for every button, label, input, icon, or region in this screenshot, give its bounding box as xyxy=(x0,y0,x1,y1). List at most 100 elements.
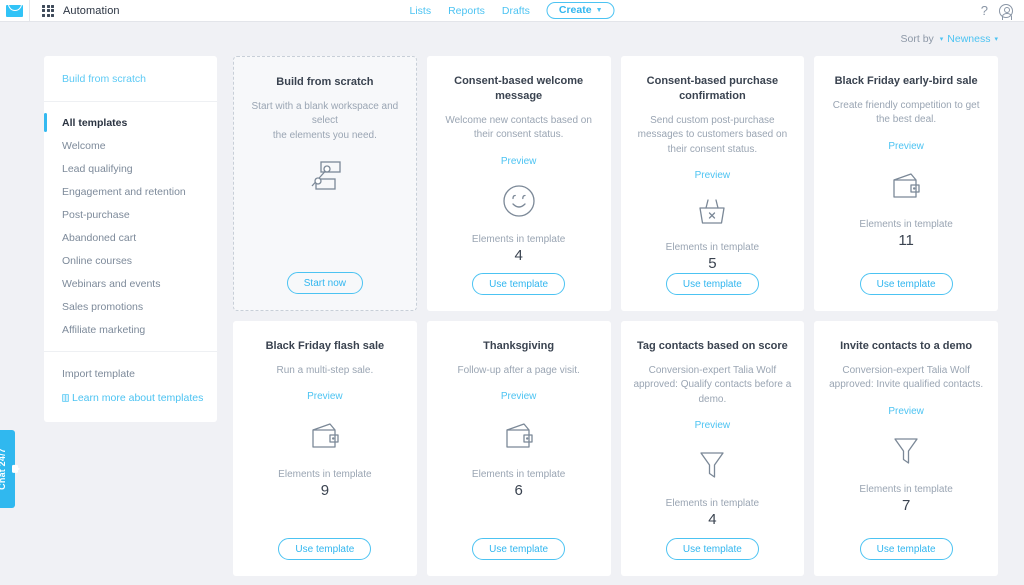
template-card[interactable]: Tag contacts based on score Conversion-e… xyxy=(620,321,805,576)
preview-link[interactable]: Preview xyxy=(307,391,343,402)
use-template-button[interactable]: Use template xyxy=(665,538,759,560)
workflow-nodes-icon xyxy=(311,161,341,190)
preview-link[interactable]: Preview xyxy=(888,406,924,417)
preview-link[interactable]: Preview xyxy=(501,391,537,402)
use-template-button[interactable]: Use template xyxy=(278,538,372,560)
sidebar-item-lead-qualifying[interactable]: Lead qualifying xyxy=(44,157,217,180)
book-icon xyxy=(62,394,69,402)
template-card[interactable]: Invite contacts to a demo Conversion-exp… xyxy=(814,321,998,576)
sidebar-footer: Import template Learn more about templat… xyxy=(44,352,217,420)
elements-label: Elements in template xyxy=(471,469,566,481)
card-title: Build from scratch xyxy=(276,76,374,88)
sidebar-item-webinars-and-events[interactable]: Webinars and events xyxy=(44,272,217,295)
wallet-icon xyxy=(505,423,533,448)
start-now-button[interactable]: Start now xyxy=(286,272,363,294)
page-body: Build from scratch All templates Welcome… xyxy=(0,56,1024,585)
sort-control-row: Sort by ▾ Newness ▾ xyxy=(0,22,1024,56)
envelope-logo-icon xyxy=(6,4,23,17)
sidebar-learn-more-link[interactable]: Learn more about templates xyxy=(44,390,217,406)
preview-link[interactable]: Preview xyxy=(695,420,731,431)
wallet-icon xyxy=(893,173,920,198)
chevron-down-icon: ▼ xyxy=(595,6,603,14)
chat-widget-tab[interactable]: Chat 24/7 xyxy=(0,430,18,508)
top-navigation-bar: Automation Lists Reports Drafts Create ▼… xyxy=(0,0,1024,22)
nav-link-drafts[interactable]: Drafts xyxy=(502,5,530,17)
sort-by-value: Newness xyxy=(947,33,991,45)
templates-sidebar: Build from scratch All templates Welcome… xyxy=(44,56,217,422)
elements-count: 11 xyxy=(898,231,914,249)
preview-link[interactable]: Preview xyxy=(501,156,537,167)
sidebar-item-welcome[interactable]: Welcome xyxy=(44,134,217,157)
card-title: Black Friday early-bird sale xyxy=(834,75,978,87)
primary-nav: Lists Reports Drafts Create ▼ xyxy=(410,2,615,19)
card-icon-area xyxy=(501,180,537,222)
card-icon-area xyxy=(889,165,923,207)
wallet-icon xyxy=(312,423,339,448)
preview-link[interactable]: Preview xyxy=(888,141,924,152)
card-description: Run a multi-step sale. xyxy=(276,364,374,376)
card-description: Follow-up after a page visit. xyxy=(457,364,580,376)
sidebar-item-all-templates[interactable]: All templates xyxy=(44,111,217,134)
use-template-button[interactable]: Use template xyxy=(472,273,566,295)
sidebar-item-engagement-and-retention[interactable]: Engagement and retention xyxy=(44,180,217,203)
sort-by-dropdown[interactable]: ▾ Newness ▾ xyxy=(940,33,998,45)
create-button[interactable]: Create ▼ xyxy=(546,2,615,19)
elements-label: Elements in template xyxy=(471,233,566,245)
question-mark-icon[interactable]: ? xyxy=(981,4,988,17)
elements-count: 9 xyxy=(320,482,330,500)
use-template-button[interactable]: Use template xyxy=(472,538,566,560)
sort-by-label: Sort by xyxy=(900,33,934,45)
card-icon-area xyxy=(308,415,342,457)
card-description: Create friendly competition to get the b… xyxy=(832,99,980,126)
template-card[interactable]: Consent-based purchase confirmation Send… xyxy=(620,56,805,311)
sidebar-item-affiliate-marketing[interactable]: Affiliate marketing xyxy=(44,318,217,341)
build-from-scratch-card[interactable]: Build from scratch Start with a blank wo… xyxy=(233,56,417,311)
sidebar-learn-more-label: Learn more about templates xyxy=(72,392,204,404)
card-icon-area xyxy=(502,415,536,457)
use-template-button[interactable]: Use template xyxy=(859,538,953,560)
sidebar-import-template[interactable]: Import template xyxy=(44,364,217,390)
sidebar-item-abandoned-cart[interactable]: Abandoned cart xyxy=(44,226,217,249)
card-description: Send custom post-purchase messages to cu… xyxy=(637,114,788,155)
sidebar-category-list: All templates Welcome Lead qualifying En… xyxy=(44,102,217,352)
template-card[interactable]: Consent-based welcome message Welcome ne… xyxy=(426,56,611,311)
user-avatar-icon[interactable] xyxy=(999,3,1013,20)
elements-label: Elements in template xyxy=(859,483,953,495)
smiley-face-icon xyxy=(502,185,535,217)
elements-label: Elements in template xyxy=(859,218,953,230)
brand-logo[interactable] xyxy=(0,0,30,22)
nav-link-reports[interactable]: Reports xyxy=(448,5,485,17)
card-title: Black Friday flash sale xyxy=(265,340,385,352)
use-template-button[interactable]: Use template xyxy=(665,273,759,295)
card-title: Consent-based welcome message xyxy=(454,75,584,102)
sidebar-item-online-courses[interactable]: Online courses xyxy=(44,249,217,272)
template-card[interactable]: Black Friday flash sale Run a multi-step… xyxy=(233,321,417,576)
card-description-line-1: Start with a blank workspace and select xyxy=(251,100,399,127)
chevron-down-icon: ▾ xyxy=(994,36,998,43)
elements-count: 4 xyxy=(708,511,717,529)
template-card[interactable]: Thanksgiving Follow-up after a page visi… xyxy=(426,321,611,576)
card-title: Invite contacts to a demo xyxy=(840,340,973,352)
nav-link-lists[interactable]: Lists xyxy=(410,5,432,17)
shopping-basket-icon xyxy=(699,199,726,224)
top-bar-actions: ? xyxy=(981,3,1024,20)
sidebar-item-sales-promotions[interactable]: Sales promotions xyxy=(44,295,217,318)
use-template-button[interactable]: Use template xyxy=(859,273,953,295)
apps-grid-icon[interactable] xyxy=(42,4,54,17)
card-description: Conversion-expert Talia Wolf approved: I… xyxy=(829,364,984,391)
card-icon-area xyxy=(695,194,729,230)
preview-link[interactable]: Preview xyxy=(695,170,731,181)
app-title: Automation xyxy=(63,4,120,17)
elements-count: 6 xyxy=(514,482,523,500)
elements-label: Elements in template xyxy=(665,498,760,510)
sidebar-item-post-purchase[interactable]: Post-purchase xyxy=(44,203,217,226)
sidebar-build-from-scratch[interactable]: Build from scratch xyxy=(44,56,217,102)
funnel-icon xyxy=(894,438,918,464)
create-button-label: Create xyxy=(558,4,592,16)
card-description: Welcome new contacts based on their cons… xyxy=(445,114,592,141)
funnel-icon xyxy=(700,452,725,478)
template-card[interactable]: Black Friday early-bird sale Create frie… xyxy=(814,56,998,311)
card-icon-area xyxy=(305,156,345,198)
card-icon-area xyxy=(696,444,728,486)
elements-count: 5 xyxy=(708,255,717,272)
